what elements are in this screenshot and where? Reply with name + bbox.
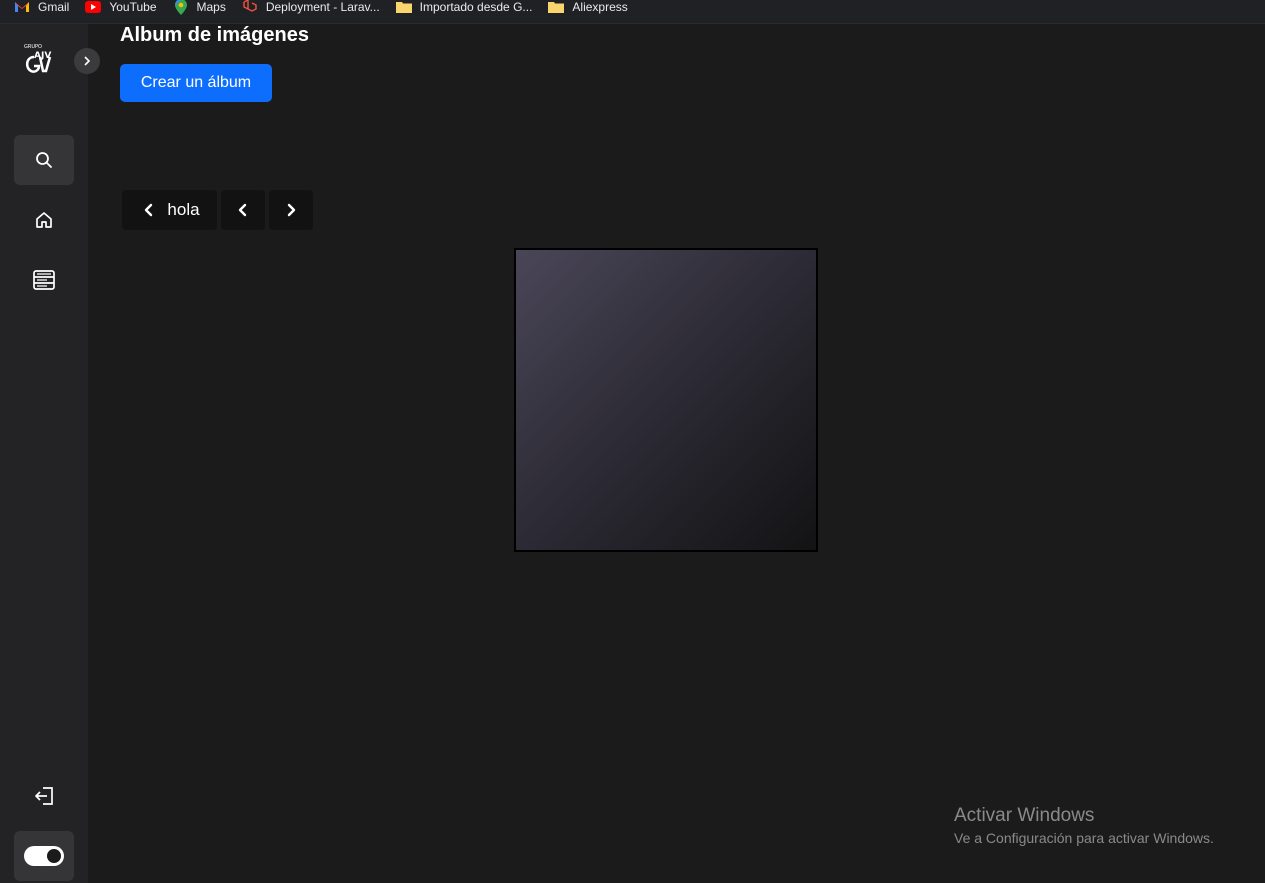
toggle-knob [47, 849, 61, 863]
bookmark-label: Maps [196, 0, 226, 14]
bookmark-maps[interactable]: Maps [173, 0, 226, 19]
create-album-button[interactable]: Crear un álbum [120, 64, 272, 102]
back-button[interactable]: hola [122, 190, 217, 230]
bookmark-label: Deployment - Larav... [265, 0, 380, 14]
home-icon [36, 212, 52, 228]
bookmark-label: Importado desde G... [419, 0, 533, 14]
album-card[interactable] [514, 248, 818, 552]
chevron-left-icon [238, 203, 247, 217]
bookmark-gmail[interactable]: Gmail [14, 0, 69, 19]
chevron-left-icon [145, 203, 153, 217]
sidebar: GRUPO AJV [0, 24, 100, 883]
bookmark-folder-aliexpress[interactable]: Aliexpress [548, 0, 628, 19]
folder-icon [395, 0, 412, 14]
folder-icon [548, 0, 565, 14]
bookmark-label: Gmail [38, 0, 70, 14]
back-label: hola [167, 200, 200, 219]
sidebar-item-search[interactable] [14, 135, 74, 185]
sidebar-item-home[interactable] [14, 195, 74, 245]
laravel-icon [242, 0, 258, 14]
bookmark-laravel[interactable]: Deployment - Larav... [242, 0, 380, 19]
album-navigation: hola [122, 190, 313, 230]
prev-button[interactable] [221, 190, 265, 230]
sidebar-collapse-button[interactable] [74, 48, 100, 74]
logo-small-text: GRUPO [24, 44, 42, 50]
youtube-icon [85, 0, 102, 14]
bookmark-youtube[interactable]: YouTube [85, 0, 157, 19]
toggle-switch[interactable] [24, 846, 64, 866]
chevron-right-icon [84, 56, 91, 66]
logout-button[interactable] [14, 771, 74, 821]
bookmark-label: Aliexpress [572, 0, 628, 14]
bookmark-label: YouTube [109, 0, 157, 14]
windows-watermark-title: Activar Windows [954, 805, 1095, 826]
theme-toggle[interactable] [14, 831, 74, 881]
logo[interactable]: GRUPO AJV [22, 42, 66, 78]
bookmark-folder-importado[interactable]: Importado desde G... [395, 0, 533, 19]
chevron-right-icon [287, 203, 296, 217]
next-button[interactable] [269, 190, 313, 230]
windows-watermark-subtitle: Ve a Configuración para activar Windows. [954, 830, 1214, 846]
maps-icon [173, 0, 189, 15]
page-title: Album de imágenes [120, 24, 309, 46]
bookmarks-bar: Gmail YouTube Maps Deployment - Larav...… [0, 0, 1265, 24]
logout-icon [35, 787, 53, 805]
list-icon [33, 270, 55, 290]
search-icon [36, 152, 52, 168]
sidebar-item-list[interactable] [14, 255, 74, 305]
gmail-icon [14, 0, 30, 14]
